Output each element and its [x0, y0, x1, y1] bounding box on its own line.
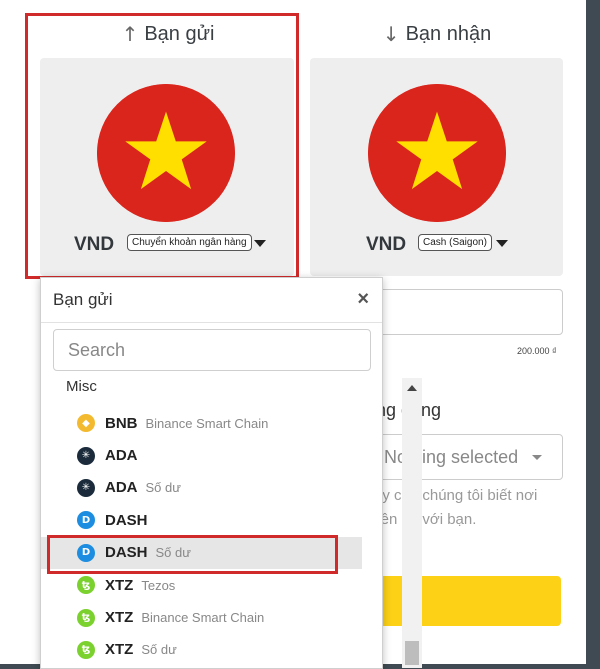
tezos-icon: ꜩ — [77, 640, 95, 659]
receive-heading: ↓ Bạn nhận — [310, 20, 564, 48]
search-box — [53, 329, 371, 371]
dropdown-header: Bạn gửi × — [41, 278, 382, 323]
vietnam-flag-icon — [368, 84, 506, 222]
currency-network: Binance Smart Chain — [145, 415, 269, 431]
receive-currency-code: VND — [366, 234, 407, 255]
app-select[interactable]: Nothing selected — [365, 434, 563, 480]
receive-currency-card[interactable]: VND Cash (Saigon) — [310, 58, 563, 276]
tezos-icon: ꜩ — [77, 608, 95, 627]
send-highlight-box — [25, 13, 299, 279]
selection-highlight-box — [47, 535, 338, 574]
receive-amount-input[interactable] — [365, 289, 563, 335]
scroll-up-icon[interactable] — [407, 385, 417, 391]
chevron-down-icon — [532, 455, 542, 460]
receive-heading-label: Bạn nhận — [405, 22, 492, 45]
list-item[interactable]: ꜩ XTZ Số dư — [41, 634, 362, 666]
submit-button[interactable] — [365, 576, 561, 626]
tezos-icon: ꜩ — [77, 576, 95, 595]
dropdown-title: Bạn gửi — [53, 290, 113, 309]
currency-symbol: ADA — [105, 447, 138, 465]
currency-symbol: DASH — [105, 511, 148, 529]
currency-symbol: ADA — [105, 479, 138, 497]
currency-symbol: XTZ — [105, 641, 134, 659]
currency-network: Tezos — [141, 577, 176, 593]
close-icon[interactable]: × — [357, 288, 369, 311]
amount-note: 200.000 ₫ — [517, 346, 557, 356]
currency-network: Số dư — [145, 480, 181, 496]
currency-symbol: XTZ — [105, 609, 134, 627]
list-item[interactable]: ✳ ADA Số dư — [41, 472, 362, 504]
list-item[interactable]: ◆ BNB Binance Smart Chain — [41, 407, 362, 439]
list-item[interactable]: ꜩ XTZ Binance Smart Chain — [41, 601, 362, 633]
receive-method-caret-icon[interactable] — [496, 240, 508, 247]
currency-network: Số dư — [141, 642, 177, 658]
arrow-down-icon: ↓ — [382, 22, 400, 46]
list-item[interactable]: ✳ ADA — [41, 439, 362, 471]
group-label: Misc — [66, 378, 97, 395]
list-item[interactable]: D DASH — [41, 504, 362, 536]
exchange-page: ↑ Bạn gửi VND Chuyển khoản ngân hàng ↓ B… — [0, 0, 586, 669]
bnb-icon: ◆ — [77, 414, 95, 433]
scrollbar[interactable] — [402, 378, 422, 668]
currency-dropdown: Bạn gửi × Misc ◆ BNB Binance Smart Chain ✳ A… — [40, 277, 422, 669]
search-input[interactable] — [54, 330, 370, 370]
currency-symbol: BNB — [105, 414, 138, 432]
ada-icon: ✳ — [77, 478, 95, 497]
currency-network: Binance Smart Chain — [141, 610, 265, 626]
receive-method-button[interactable]: Cash (Saigon) — [418, 234, 492, 251]
ada-icon: ✳ — [77, 446, 95, 465]
scrollbar-thumb[interactable] — [405, 641, 419, 665]
dash-icon: D — [77, 511, 95, 530]
help-text-line1: ay cho chúng tôi biết nơi — [374, 487, 538, 504]
currency-symbol: XTZ — [105, 576, 134, 594]
help-text-line2: liên hệ với bạn. — [374, 511, 477, 528]
